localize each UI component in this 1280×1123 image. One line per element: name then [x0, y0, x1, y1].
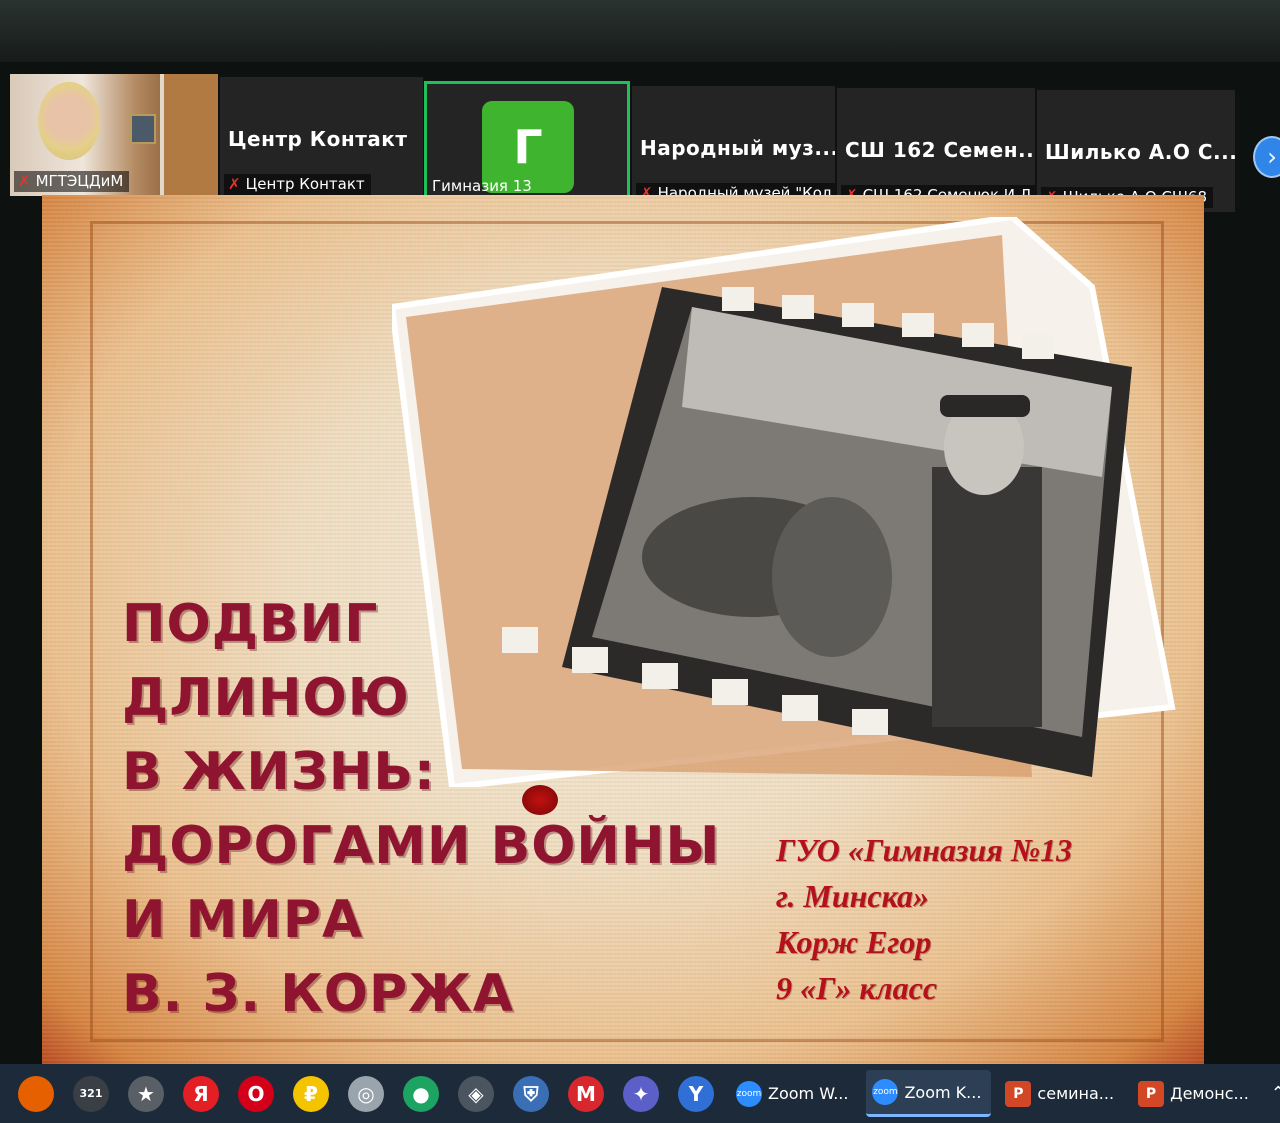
- participant-tile[interactable]: Шилько А.О С... ✗ Шилько А.О СШ68: [1037, 90, 1235, 212]
- taskbar-app-label: Zoom W...: [768, 1084, 849, 1103]
- taskbar-pinned: 321 ★ Я O ₽ ◎ ● ◈ ⛨ M ✦ Y: [0, 1075, 714, 1112]
- title-line: ДЛИНОЮ: [122, 668, 410, 728]
- yammer-icon[interactable]: Y: [678, 1075, 714, 1112]
- video-editor-icon[interactable]: 321: [73, 1075, 109, 1112]
- credits-line: Корж Егор: [776, 924, 932, 960]
- zoom-window-1[interactable]: zoom Zoom W...: [730, 1072, 858, 1116]
- security-icon[interactable]: ⛨: [513, 1075, 549, 1112]
- participant-name: Шилько А.О С...: [1045, 140, 1235, 164]
- participant-face: [38, 82, 100, 160]
- credits-line: ГУО «Гимназия №13: [776, 832, 1073, 868]
- slide-credits: ГУО «Гимназия №13 г. Минска» Корж Егор 9…: [776, 827, 1072, 1011]
- chrome-icon[interactable]: ●: [403, 1075, 439, 1112]
- title-line: В. З. КОРЖА: [122, 964, 515, 1024]
- taskbar-app-label: Zoom K...: [904, 1082, 982, 1102]
- participant-label: ✗ МГТЭЦДиМ: [14, 171, 130, 192]
- title-line: И МИРА: [122, 890, 364, 950]
- taskbar-apps: zoom Zoom W... zoom Zoom K... Pсемина... P Дем…: [714, 1070, 1259, 1117]
- yandex-browser-icon[interactable]: Я: [183, 1075, 219, 1112]
- movie-maker-icon[interactable]: ★: [128, 1075, 164, 1112]
- mic-muted-icon: ✗: [228, 175, 241, 193]
- participant-name: СШ 162 Семен...: [845, 138, 1035, 162]
- participant-label: ✗ Центр Контакт: [224, 174, 371, 195]
- participant-label: Гимназия 13: [432, 177, 532, 195]
- powerpoint-window-1[interactable]: Pсемина...: [999, 1072, 1124, 1116]
- taskbar: 321 ★ Я O ₽ ◎ ● ◈ ⛨ M ✦ Y zoom Zoom W... zoom Zoom K..…: [0, 1064, 1280, 1123]
- firefox-icon[interactable]: [18, 1075, 54, 1112]
- participant-tile[interactable]: СШ 162 Семен... ✗ СШ 162 Семенюк И.Л.: [837, 88, 1035, 210]
- zoom-icon: zoom: [872, 1079, 899, 1105]
- powerpoint-icon: P: [1005, 1080, 1032, 1107]
- shield-app-icon[interactable]: ◈: [458, 1075, 494, 1112]
- chevron-up-icon[interactable]: ⌃: [1271, 1083, 1280, 1104]
- monitor-bezel: [0, 0, 1280, 70]
- participant-name: Центр Контакт: [228, 127, 408, 151]
- mic-muted-icon: ✗: [18, 172, 31, 190]
- mega-icon[interactable]: M: [568, 1075, 604, 1112]
- disc-burner-icon[interactable]: ◎: [348, 1075, 384, 1112]
- powerpoint-window-2[interactable]: P Демонс...: [1132, 1072, 1259, 1116]
- participant-tile[interactable]: Народный муз... ✗ Народный музей "Кол...: [632, 86, 835, 208]
- taskbar-app-label: Демонс...: [1170, 1084, 1249, 1103]
- taskbar-app-label: семина...: [1037, 1084, 1115, 1103]
- title-line: В ЖИЗНЬ:: [122, 742, 436, 802]
- powerpoint-icon: P: [1138, 1080, 1165, 1107]
- zoom-window-2[interactable]: zoom Zoom K...: [866, 1070, 992, 1117]
- wall-picture: [130, 114, 156, 144]
- participant-name: Народный муз...: [640, 136, 835, 160]
- participant-tile-active[interactable]: Г Гимназия 13: [424, 81, 630, 201]
- zoom-icon: zoom: [736, 1080, 762, 1107]
- credits-line: 9 «Г» класс: [776, 970, 938, 1006]
- shared-slide: ПОДВИГ ДЛИНОЮ В ЖИЗНЬ: ДОРОГАМИ ВОЙНЫ И …: [42, 195, 1204, 1065]
- title-line: ДОРОГАМИ ВОЙНЫ: [122, 816, 721, 876]
- participant-tile[interactable]: Центр Контакт ✗ Центр Контакт: [220, 77, 423, 199]
- participant-tile-video[interactable]: ✗ МГТЭЦДиМ: [10, 74, 218, 196]
- gamepad-icon[interactable]: ✦: [623, 1075, 659, 1112]
- door: [160, 74, 218, 196]
- credits-line: г. Минска»: [776, 878, 930, 914]
- opera-icon[interactable]: O: [238, 1075, 274, 1112]
- slide-title: ПОДВИГ ДЛИНОЮ В ЖИЗНЬ: ДОРОГАМИ ВОЙНЫ И …: [122, 587, 720, 1031]
- participant-strip: ✗ МГТЭЦДиМ Центр Контакт ✗ Центр Контакт…: [10, 74, 1235, 212]
- yandex-market-icon[interactable]: ₽: [293, 1075, 329, 1112]
- system-tray: ⌃ ● ▯: [1271, 1083, 1280, 1104]
- title-line: ПОДВИГ: [122, 594, 379, 654]
